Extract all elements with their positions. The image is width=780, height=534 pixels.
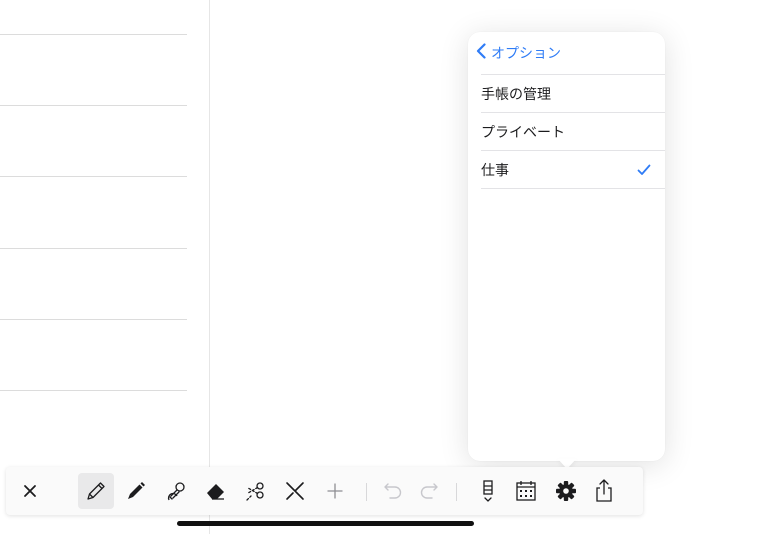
option-notebook-management[interactable]: 手帳の管理 [481,75,665,112]
redo-icon[interactable] [411,473,447,509]
option-private[interactable]: プライベート [481,113,665,150]
option-work[interactable]: 仕事 [481,151,665,188]
checkmark-icon [637,164,651,176]
chevron-left-icon [476,43,491,63]
pen-icon[interactable] [118,473,154,509]
popover-header: オプション [468,32,665,74]
eraser-icon[interactable] [198,473,234,509]
option-label: プライベート [481,124,565,141]
option-label: 仕事 [481,162,509,179]
undo-icon[interactable] [375,473,411,509]
ruled-line [0,319,187,320]
separator [481,188,665,189]
ruled-line [0,390,187,391]
toolbar-separator [456,483,457,501]
options-popover: オプション 手帳の管理 プライベート 仕事 [468,32,665,461]
options-list: 手帳の管理 プライベート 仕事 [481,74,665,189]
ruler-pen-icon[interactable] [277,473,313,509]
back-button-label: オプション [491,46,561,62]
scissors-icon[interactable] [237,473,273,509]
plus-icon[interactable] [317,473,353,509]
page-divider [209,0,210,534]
close-icon[interactable] [12,473,48,509]
ruled-line [0,176,187,177]
share-icon[interactable] [586,473,622,509]
pencil-icon[interactable] [78,473,114,509]
bookmark-icon[interactable] [470,473,506,509]
ruled-line [0,248,187,249]
home-indicator [177,521,474,526]
bottom-toolbar [6,467,643,515]
ruled-line [0,34,187,35]
back-button[interactable]: オプション [476,43,561,63]
ruled-line [0,105,187,106]
gear-icon[interactable] [548,473,584,509]
toolbar-separator [366,483,367,501]
option-label: 手帳の管理 [481,86,551,103]
notebook-page-lines [0,0,187,470]
calendar-icon[interactable] [508,473,544,509]
stamp-icon[interactable] [159,473,195,509]
